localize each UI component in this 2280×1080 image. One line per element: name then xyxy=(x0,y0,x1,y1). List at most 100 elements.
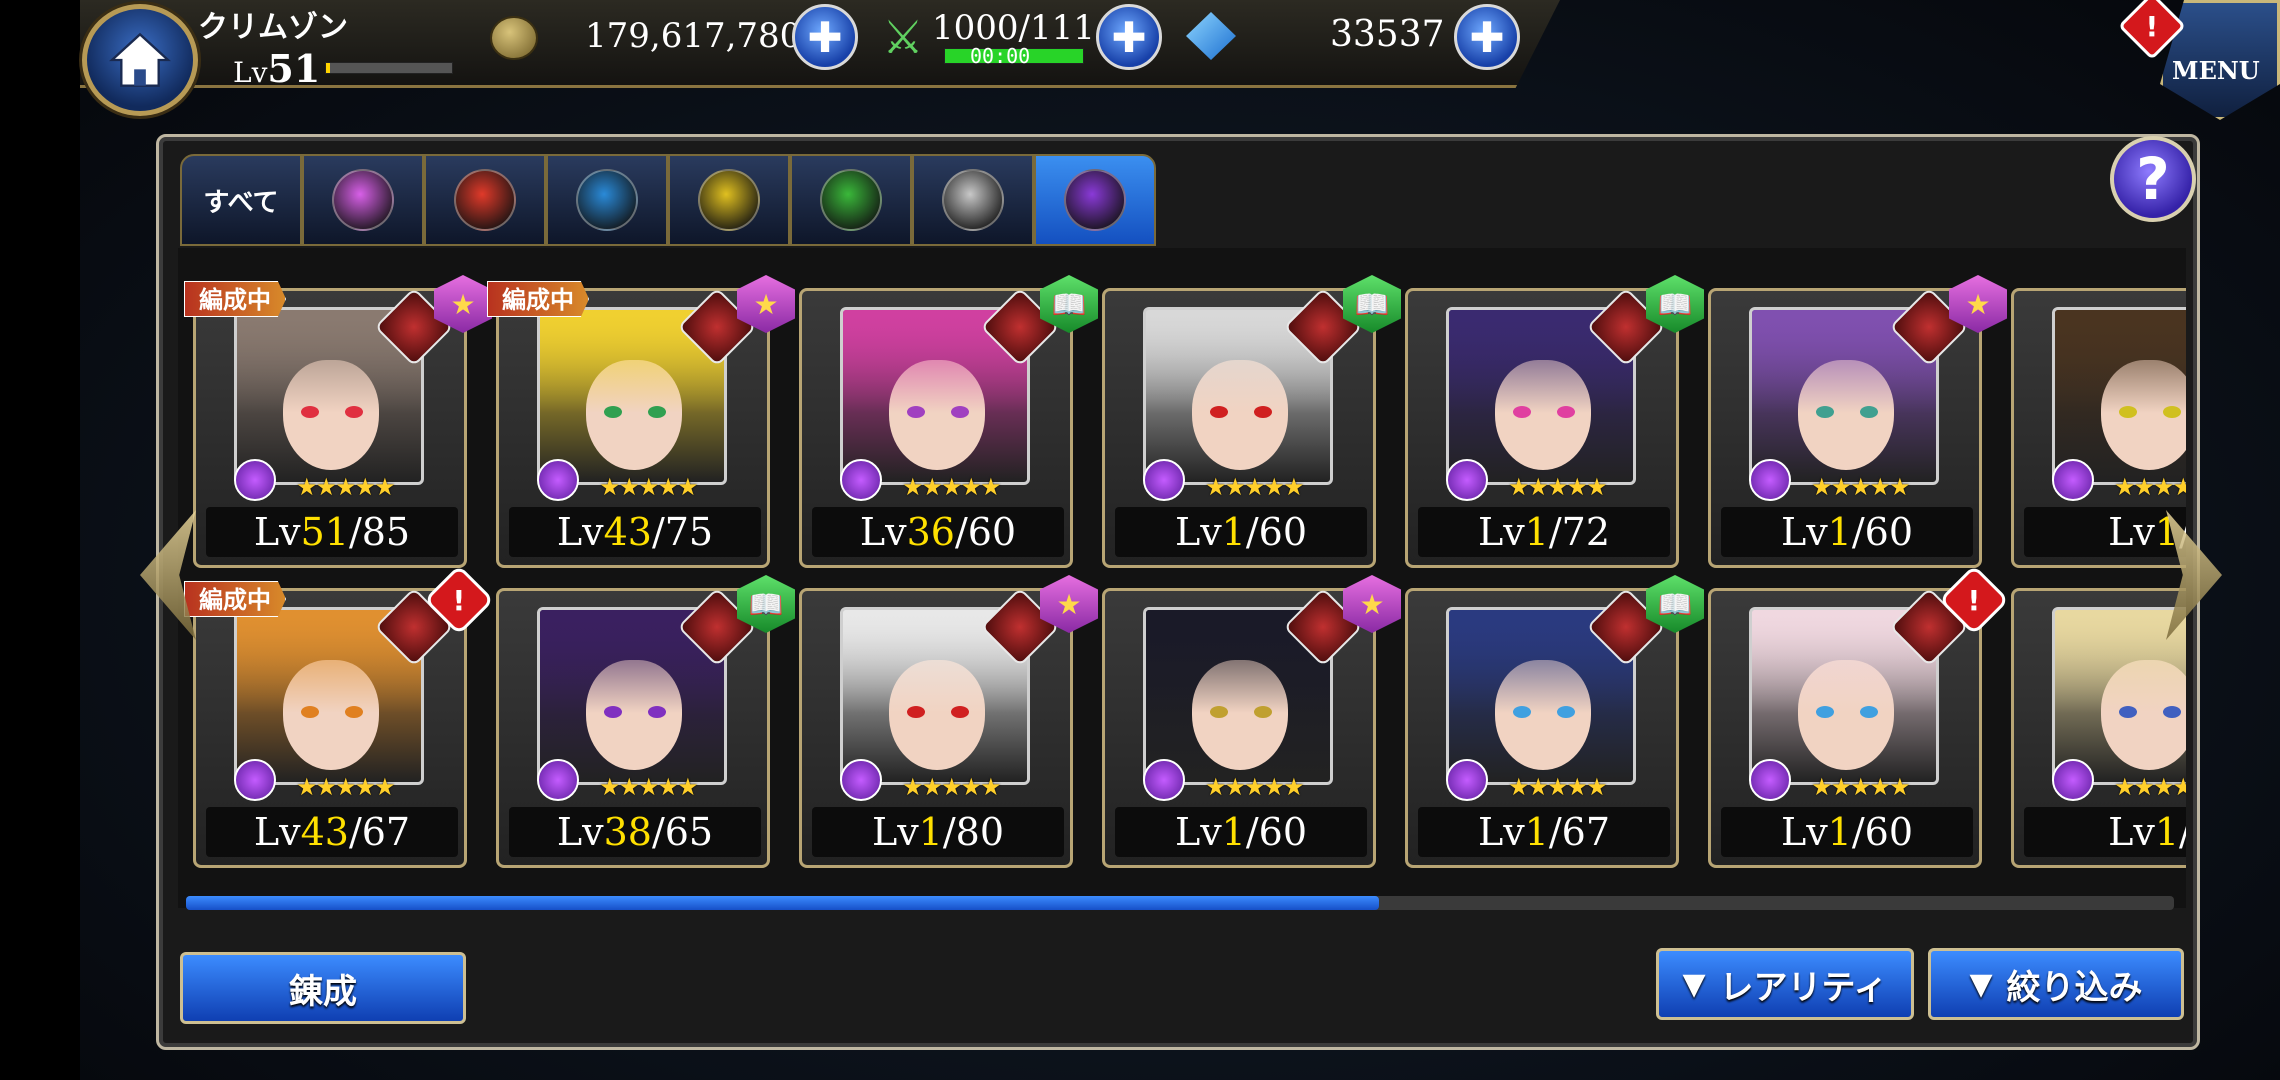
stamina-timer: 00:00 xyxy=(970,44,1031,68)
tab-thunder-attribute[interactable] xyxy=(668,154,790,246)
coin-icon xyxy=(490,16,538,60)
unit-card[interactable]: ★★★★★ 📖 Lv1/72 xyxy=(1405,275,1704,568)
rarity-stars: ★★★★★ xyxy=(2114,773,2186,801)
unit-eye xyxy=(907,706,925,718)
plus-icon: ✚ xyxy=(1111,12,1147,62)
unit-level: Lv1/67 xyxy=(1418,807,1670,857)
filter-label: 絞り込み xyxy=(2006,967,2143,1008)
unit-eye xyxy=(951,706,969,718)
add-gems-button[interactable]: ✚ xyxy=(1454,4,1520,70)
unit-eye xyxy=(604,706,622,718)
rarity-stars: ★★★★★ xyxy=(902,773,1002,801)
rarity-stars: ★★★★★ xyxy=(1508,473,1608,501)
unit-grid[interactable]: ★★★★★ ★ 編成中 Lv51/85 ★★★★★ ★ 編成中 Lv43/75 ★★★★★ 📖 Lv… xyxy=(178,248,2186,908)
dark-attribute-icon xyxy=(840,459,882,501)
unit-level: Lv1/60 xyxy=(1721,807,1973,857)
tab-light-attribute[interactable] xyxy=(912,154,1034,246)
tab-fire-attribute[interactable] xyxy=(424,154,546,246)
horizontal-scrollbar[interactable] xyxy=(186,896,2174,910)
unit-level: Lv51/85 xyxy=(206,507,458,557)
synthesize-button[interactable]: 錬成 xyxy=(180,952,466,1024)
dark-attribute-icon xyxy=(1749,459,1791,501)
tab-star-attribute[interactable] xyxy=(302,154,424,246)
rarity-stars: ★★★★★ xyxy=(2114,473,2186,501)
dark-attribute-icon xyxy=(537,459,579,501)
unit-eye xyxy=(1557,706,1575,718)
dark-attribute-icon xyxy=(2052,759,2094,801)
unit-eye xyxy=(1860,406,1878,418)
tab-all[interactable]: すべて xyxy=(180,154,302,246)
unit-hair xyxy=(2055,310,2186,414)
unit-card[interactable]: ★★★★★! Lv1/60 xyxy=(1708,564,2010,868)
unit-eye xyxy=(648,706,666,718)
light-attribute-icon xyxy=(942,169,1004,231)
unit-level: Lv43/67 xyxy=(206,807,458,857)
unit-eye xyxy=(1254,706,1272,718)
unit-eye xyxy=(301,406,319,418)
unit-level: Lv1/60 xyxy=(1721,507,1973,557)
dark-attribute-icon xyxy=(2052,459,2094,501)
unit-eye xyxy=(1860,706,1878,718)
unit-card[interactable]: ★★★★★ ★ 編成中 Lv43/75 xyxy=(487,275,795,568)
unit-card[interactable]: ★★★★★ ★ 編成中 Lv51/85 xyxy=(184,275,492,568)
stamina-icon: ⚔ xyxy=(882,10,924,64)
rarity-stars: ★★★★★ xyxy=(1205,473,1305,501)
rarity-stars: ★★★★★ xyxy=(296,473,396,501)
dark-attribute-icon xyxy=(1064,169,1126,231)
rarity-sort-button[interactable]: ▼ レアリティ xyxy=(1656,948,1914,1020)
dark-attribute-icon xyxy=(840,759,882,801)
tab-dark-attribute[interactable] xyxy=(1034,154,1156,246)
thunder-attribute-icon xyxy=(698,169,760,231)
unit-eye xyxy=(301,706,319,718)
home-button[interactable] xyxy=(82,4,198,116)
dark-attribute-icon xyxy=(1143,459,1185,501)
rarity-stars: ★★★★★ xyxy=(296,773,396,801)
help-button[interactable]: ? xyxy=(2110,136,2196,222)
unit-level: Lv38/65 xyxy=(509,807,761,857)
unit-eye xyxy=(2163,406,2181,418)
unit-card[interactable]: ★★★★★ ★ Lv1/80 xyxy=(799,575,1098,868)
add-coins-button[interactable]: ✚ xyxy=(792,4,858,70)
unit-eye xyxy=(604,406,622,418)
dark-attribute-icon xyxy=(537,759,579,801)
unit-level: Lv43/75 xyxy=(509,507,761,557)
fire-attribute-icon xyxy=(454,169,516,231)
in-formation-tag: 編成中 xyxy=(184,281,286,317)
rarity-label: レアリティ xyxy=(1719,967,1888,1008)
unit-card[interactable]: ★★★★★ ★ Lv1/60 xyxy=(1708,275,2007,568)
rarity-stars: ★★★★★ xyxy=(1811,473,1911,501)
exp-bar xyxy=(325,62,453,74)
filter-button[interactable]: ▼ 絞り込み xyxy=(1928,948,2184,1020)
tab-wind-attribute[interactable] xyxy=(790,154,912,246)
unit-card[interactable]: ★★★★★ 📖 Lv36/60 xyxy=(799,275,1098,568)
chevron-down-icon: ▼ xyxy=(1682,966,1706,1002)
tab-water-attribute[interactable] xyxy=(546,154,668,246)
wind-attribute-icon xyxy=(820,169,882,231)
rarity-stars: ★★★★★ xyxy=(599,773,699,801)
unit-eye xyxy=(1254,406,1272,418)
unit-card[interactable]: ★★★★★ Lv1/ xyxy=(2011,288,2186,568)
unit-card[interactable]: ★★★★★ Lv1/ xyxy=(2011,588,2186,868)
star-attribute-icon xyxy=(332,169,394,231)
unit-level: Lv1/ xyxy=(2024,507,2186,557)
unit-card[interactable]: ★★★★★ 📖 Lv1/67 xyxy=(1405,575,1704,868)
unit-card[interactable]: ★★★★★ 📖 Lv1/60 xyxy=(1102,275,1401,568)
unit-level: Lv36/60 xyxy=(812,507,1064,557)
rarity-stars: ★★★★★ xyxy=(599,473,699,501)
stamina-count: 1000/111 xyxy=(932,8,1095,48)
unit-card[interactable]: ★★★★★ ★ Lv1/60 xyxy=(1102,575,1401,868)
synthesize-label: 錬成 xyxy=(289,971,357,1012)
unit-level: Lv1/60 xyxy=(1115,807,1367,857)
unit-eye xyxy=(2119,706,2137,718)
dark-attribute-icon xyxy=(1446,459,1488,501)
unit-card[interactable]: ★★★★★! 編成中 Lv43/67 xyxy=(184,564,495,868)
unit-card[interactable]: ★★★★★ 📖 Lv38/65 xyxy=(496,575,795,868)
add-stamina-button[interactable]: ✚ xyxy=(1096,4,1162,70)
unit-eye xyxy=(345,706,363,718)
in-formation-tag: 編成中 xyxy=(487,281,589,317)
dark-attribute-icon xyxy=(1446,759,1488,801)
rarity-stars: ★★★★★ xyxy=(1811,773,1911,801)
gem-count: 33537 xyxy=(1330,14,1445,55)
unit-hair xyxy=(2055,610,2186,714)
in-formation-tag: 編成中 xyxy=(184,581,286,617)
